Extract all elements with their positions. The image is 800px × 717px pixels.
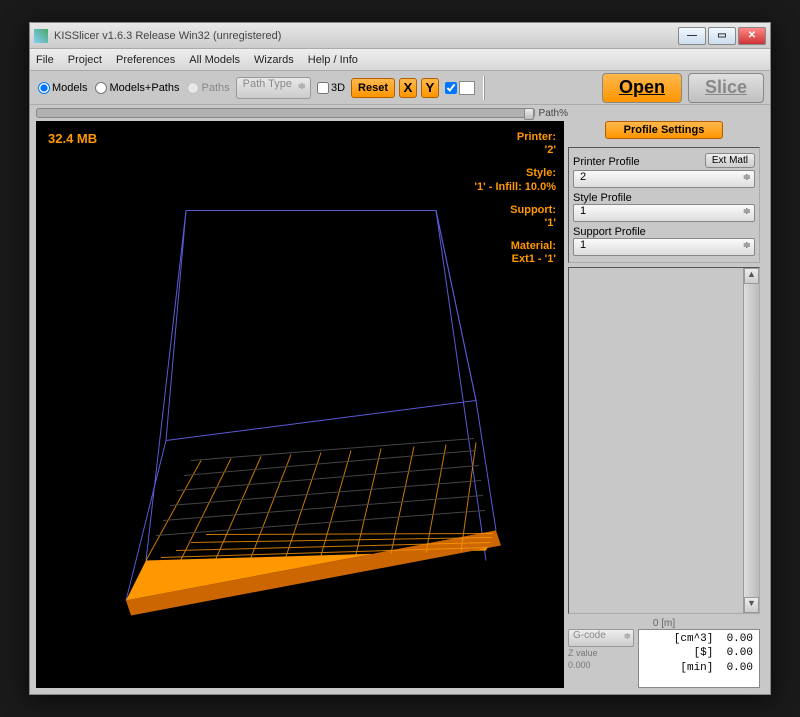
printer-profile-label: Printer Profile: [573, 156, 640, 168]
info-material-value: Ext1 - '1': [474, 253, 556, 266]
open-button[interactable]: Open: [602, 73, 682, 103]
stats-readout: [cm^3] 0.00 [$] 0.00 [min] 0.00: [638, 629, 760, 688]
menu-preferences[interactable]: Preferences: [116, 54, 175, 66]
app-icon: [34, 29, 48, 43]
menubar: File Project Preferences All Models Wiza…: [30, 49, 770, 71]
bottom-info: 0 [m] G-code Z value 0.000 [cm^3] 0.00 […: [568, 618, 760, 688]
slider-thumb[interactable]: [524, 108, 534, 120]
models-label: Models: [52, 82, 87, 94]
toolbar-divider: [483, 76, 485, 100]
models-paths-radio[interactable]: Models+Paths: [93, 82, 181, 94]
style-profile-select[interactable]: 1: [573, 204, 755, 222]
info-style-label: Style:: [474, 167, 556, 180]
info-style-value: '1' - Infill: 10.0%: [474, 181, 556, 194]
info-printer-value: '2': [474, 144, 556, 157]
viewport-column: 32.4 MB Printer: '2' Style: '1' - Infill…: [36, 121, 564, 688]
z-label: Z value: [568, 649, 634, 659]
printer-profile-select[interactable]: 2: [573, 170, 755, 188]
viewport-info: Printer: '2' Style: '1' - Infill: 10.0% …: [474, 131, 556, 277]
ext-matl-button[interactable]: Ext Matl: [705, 153, 755, 168]
titlebar: KISSlicer v1.6.3 Release Win32 (unregist…: [30, 23, 770, 49]
window-controls: — ▭ ✕: [678, 27, 766, 45]
x-button[interactable]: X: [399, 78, 417, 98]
scroll-up-icon[interactable]: ▲: [744, 268, 759, 284]
side-panel: Profile Settings Printer Profile Ext Mat…: [568, 121, 760, 688]
info-material-label: Material:: [474, 240, 556, 253]
profile-settings-button[interactable]: Profile Settings: [605, 121, 724, 139]
paths-label: Paths: [201, 82, 229, 94]
window-title: KISSlicer v1.6.3 Release Win32 (unregist…: [54, 30, 678, 42]
menu-file[interactable]: File: [36, 54, 54, 66]
scroll-down-icon[interactable]: ▼: [744, 597, 759, 613]
models-paths-label: Models+Paths: [109, 82, 179, 94]
toolbar: Models Models+Paths Paths Path Type 3D R…: [30, 71, 770, 105]
slice-button[interactable]: Slice: [688, 73, 764, 103]
info-support-value: '1': [474, 217, 556, 230]
style-profile-label: Style Profile: [573, 192, 755, 204]
support-profile-select[interactable]: 1: [573, 238, 755, 256]
3d-checkbox[interactable]: 3D: [315, 82, 347, 94]
swatch-icon: [459, 81, 475, 95]
3d-viewport[interactable]: 32.4 MB Printer: '2' Style: '1' - Infill…: [36, 121, 564, 688]
3d-label: 3D: [331, 82, 345, 94]
menu-help[interactable]: Help / Info: [308, 54, 358, 66]
profiles-box: Printer Profile Ext Matl 2 Style Profile…: [568, 147, 760, 263]
memory-usage: 32.4 MB: [48, 131, 97, 146]
z-value: 0.000: [568, 661, 634, 671]
path-percent-label: Path%: [539, 108, 568, 119]
minimize-button[interactable]: —: [678, 27, 706, 45]
menu-all-models[interactable]: All Models: [189, 54, 240, 66]
scrollbar[interactable]: ▲ ▼: [743, 268, 759, 613]
profile-header: Profile Settings: [568, 121, 760, 143]
aux-checkbox[interactable]: [443, 81, 477, 95]
info-support-label: Support:: [474, 204, 556, 217]
paths-radio: Paths: [185, 82, 231, 94]
body: 32.4 MB Printer: '2' Style: '1' - Infill…: [30, 121, 770, 694]
maximize-button[interactable]: ▭: [708, 27, 736, 45]
y-button[interactable]: Y: [421, 78, 439, 98]
path-slider[interactable]: [36, 108, 535, 118]
reset-button[interactable]: Reset: [351, 78, 395, 98]
support-profile-label: Support Profile: [573, 226, 755, 238]
path-type-select: Path Type: [236, 77, 311, 99]
menu-project[interactable]: Project: [68, 54, 102, 66]
menu-wizards[interactable]: Wizards: [254, 54, 294, 66]
close-button[interactable]: ✕: [738, 27, 766, 45]
models-radio[interactable]: Models: [36, 82, 89, 94]
scale-label: 0 [m]: [568, 618, 760, 629]
gcode-select[interactable]: G-code: [568, 629, 634, 647]
settings-panel: ▲ ▼: [568, 267, 760, 614]
progress-row: Path%: [30, 105, 770, 121]
app-window: KISSlicer v1.6.3 Release Win32 (unregist…: [29, 22, 771, 695]
info-printer-label: Printer:: [474, 131, 556, 144]
